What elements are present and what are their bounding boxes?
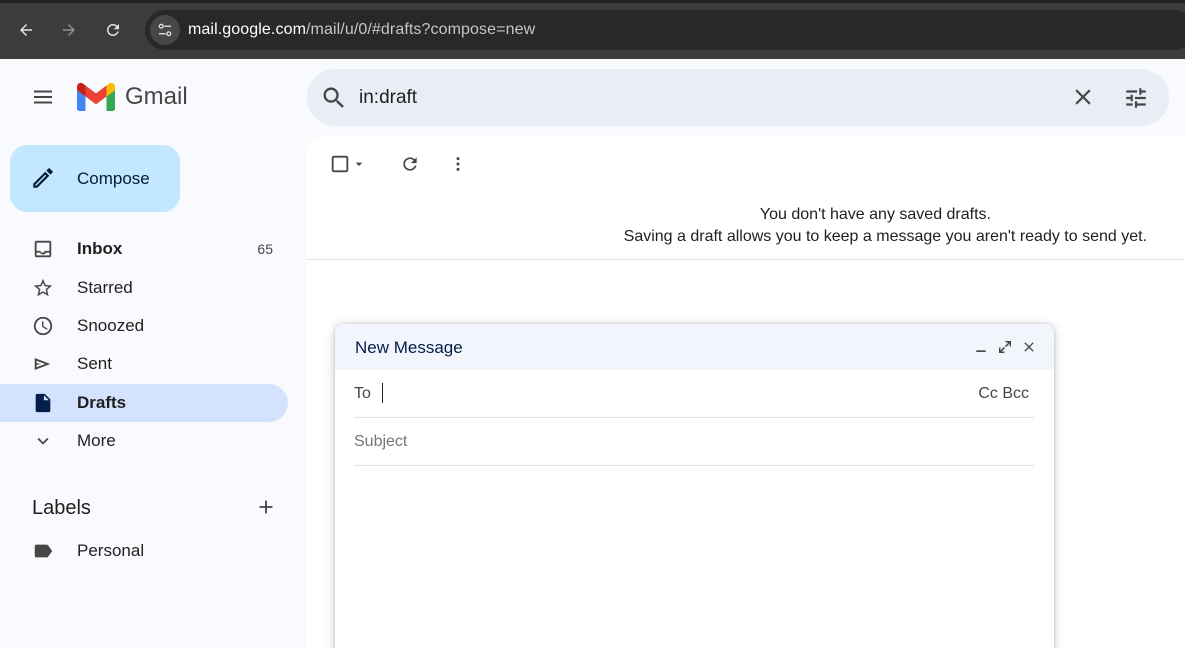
clock-icon (31, 314, 55, 338)
sidebar-label-personal[interactable]: Personal (0, 532, 288, 570)
inbox-unread-count: 65 (257, 241, 273, 257)
fullscreen-button[interactable] (995, 337, 1015, 357)
compose-window-title: New Message (355, 338, 463, 357)
url-text: mail.google.com/mail/u/0/#drafts?compose… (188, 21, 535, 39)
clear-search-button[interactable] (1069, 83, 1097, 111)
sidebar-item-label: Snoozed (77, 316, 145, 335)
sidebar-item-label: Sent (77, 354, 112, 373)
label-tag-icon (31, 539, 55, 563)
inbox-icon (31, 237, 55, 261)
browser-toolbar: mail.google.com/mail/u/0/#drafts?compose… (0, 0, 1185, 59)
sidebar-item-more[interactable]: More (0, 422, 288, 460)
sidebar-item-label: Starred (77, 278, 133, 297)
app-name: Gmail (125, 82, 188, 110)
cc-bcc-button[interactable]: Cc Bcc (978, 385, 1029, 403)
star-icon (31, 276, 55, 300)
sidebar-item-sent[interactable]: Sent (0, 345, 288, 383)
search-input[interactable] (359, 85, 1059, 111)
compose-window-header[interactable]: New Message (335, 324, 1054, 370)
main-menu-button[interactable] (23, 77, 63, 117)
refresh-button[interactable] (398, 152, 422, 176)
arrow-right-icon (63, 24, 75, 36)
search-bar (307, 69, 1169, 126)
search-icon (323, 87, 344, 108)
pencil-icon (33, 168, 53, 188)
search-button[interactable] (320, 84, 348, 117)
sidebar-item-label: Drafts (77, 393, 127, 412)
subject-row (354, 419, 1034, 466)
url-host: mail.google.com (188, 21, 306, 38)
compose-button[interactable]: Compose (10, 145, 180, 212)
to-label: To (354, 385, 371, 402)
vertical-dots-icon (456, 157, 460, 171)
search-options-button[interactable] (1121, 83, 1151, 113)
select-checkbox-dropdown[interactable] (325, 152, 371, 176)
sidebar-item-label: Inbox (77, 239, 123, 258)
sliders-icon (1126, 88, 1146, 108)
compose-window: New Message To Cc Bcc (335, 324, 1054, 648)
gmail-logo[interactable]: Gmail (77, 82, 188, 111)
compose-label: Compose (77, 169, 150, 188)
gmail-m-logo-icon (77, 82, 115, 111)
chevron-down-icon (31, 429, 55, 453)
sidebar-item-drafts[interactable]: Drafts (0, 384, 288, 422)
sidebar-item-label: More (77, 431, 116, 450)
close-compose-button[interactable] (1019, 337, 1039, 357)
hamburger-icon (34, 90, 52, 104)
recipients-row: To Cc Bcc (354, 371, 1034, 418)
caret-down-icon (355, 162, 363, 166)
message-body[interactable] (354, 474, 1034, 644)
more-options-button[interactable] (446, 152, 470, 176)
minimize-icon (976, 350, 986, 352)
back-button[interactable] (12, 16, 40, 44)
draft-file-icon (31, 391, 55, 415)
arrow-left-icon (20, 24, 32, 36)
reload-button[interactable] (99, 16, 127, 44)
tab-strip (0, 0, 1185, 3)
minimize-button[interactable] (971, 337, 991, 357)
site-info-button[interactable] (150, 15, 180, 45)
create-label-button[interactable] (254, 495, 278, 519)
subject-input[interactable] (354, 429, 1034, 455)
divider (307, 259, 1185, 260)
close-icon (1075, 89, 1091, 105)
expand-icon (999, 341, 1011, 353)
sidebar-item-inbox[interactable]: Inbox 65 (0, 230, 288, 268)
to-input[interactable] (382, 381, 942, 407)
send-icon (31, 352, 55, 376)
sidebar-item-starred[interactable]: Starred (0, 269, 288, 307)
refresh-icon (403, 157, 417, 171)
empty-drafts-subtitle: Saving a draft allows you to keep a mess… (623, 228, 1147, 245)
sidebar-item-snoozed[interactable]: Snoozed (0, 307, 288, 345)
forward-button[interactable] (55, 16, 83, 44)
plus-icon (259, 500, 273, 514)
url-path: /mail/u/0/#drafts?compose=new (306, 21, 536, 38)
label-name: Personal (77, 541, 145, 560)
checkbox-icon (331, 155, 349, 173)
tune-icon (158, 23, 172, 37)
text-caret (382, 383, 383, 403)
close-icon (1024, 342, 1034, 352)
empty-drafts-title: You don't have any saved drafts. (759, 206, 991, 223)
address-bar[interactable]: mail.google.com/mail/u/0/#drafts?compose… (145, 10, 1185, 50)
reload-icon (107, 24, 119, 36)
labels-heading: Labels (32, 497, 91, 519)
